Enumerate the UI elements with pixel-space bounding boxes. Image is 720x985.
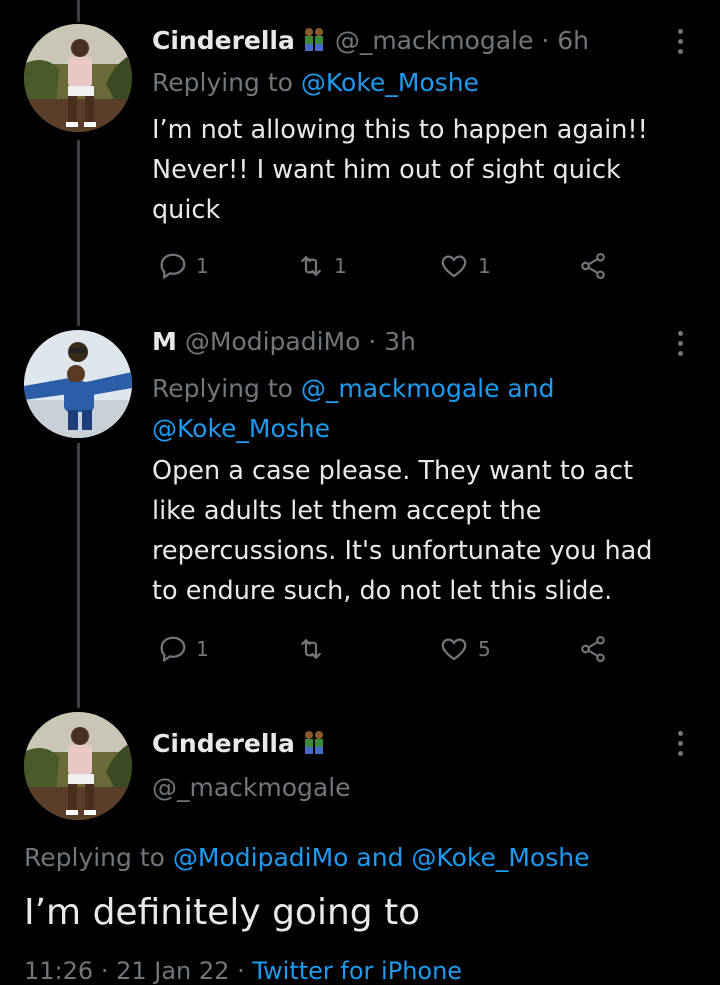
avatar[interactable] xyxy=(24,24,132,132)
avatar[interactable] xyxy=(24,330,132,438)
mention-link[interactable]: @_mackmogale xyxy=(301,374,500,403)
thread-line xyxy=(77,140,80,326)
reply-count: 1 xyxy=(196,254,209,278)
retweet-icon xyxy=(301,256,321,276)
display-name[interactable]: M xyxy=(152,327,177,356)
tweet-text-line: Never!! I want him out of sight quick xyxy=(152,155,621,185)
handle[interactable]: @ModipadiMo xyxy=(185,327,361,356)
thread-line xyxy=(77,443,80,708)
replying-label: Replying to xyxy=(152,374,293,403)
separator-dot: · xyxy=(100,957,109,985)
people-holding-hands-emoji xyxy=(301,27,327,57)
share-button[interactable] xyxy=(578,634,608,664)
main-tweet-text: I’m definitely going to xyxy=(24,892,421,933)
thread-line xyxy=(77,0,80,22)
tweet-text-line: quick xyxy=(152,195,221,225)
display-name[interactable]: Cinderella xyxy=(152,26,295,55)
mention-link[interactable]: @Koke_Moshe xyxy=(411,843,589,872)
reply-icon xyxy=(160,253,186,280)
separator-dot: · xyxy=(368,327,377,356)
tweet-header: Cinderella xyxy=(152,729,327,760)
tweet-text-line: to endure such, do not let this slide. xyxy=(152,576,613,606)
retweet-count: 1 xyxy=(334,254,347,278)
like-count: 1 xyxy=(478,254,491,278)
replying-to: Replying to @_mackmogale and @Koke_Moshe xyxy=(152,369,554,449)
avatar[interactable] xyxy=(24,712,132,820)
tweet-source[interactable]: Twitter for iPhone xyxy=(252,957,462,985)
retweet-button[interactable]: 1 xyxy=(296,251,347,281)
share-icon xyxy=(581,635,605,663)
like-button[interactable]: 1 xyxy=(438,251,491,281)
timestamp[interactable]: 6h xyxy=(557,26,589,55)
reply-button[interactable]: 1 xyxy=(158,634,209,664)
mention-link[interactable]: @Koke_Moshe xyxy=(152,414,330,443)
like-count: 5 xyxy=(478,637,491,661)
tweet-meta: 11:26 · 21 Jan 22 · Twitter for iPhone xyxy=(24,957,462,985)
share-icon xyxy=(581,252,605,280)
heart-icon xyxy=(441,255,467,278)
tweet-text: I’m not allowing this to happen again!! … xyxy=(152,110,648,230)
retweet-icon xyxy=(301,639,321,659)
display-name[interactable]: Cinderella xyxy=(152,729,295,758)
tweet-text-line: Open a case please. They want to act xyxy=(152,456,634,486)
separator-dot: · xyxy=(237,957,245,985)
and-link[interactable]: and xyxy=(507,374,554,403)
and-link[interactable]: and xyxy=(356,843,403,872)
tweet-text-line: like adults let them accept the xyxy=(152,496,542,526)
people-holding-hands-emoji xyxy=(301,730,327,760)
reply-count: 1 xyxy=(196,637,209,661)
tweet-header: M @ModipadiMo · 3h xyxy=(152,327,416,356)
handle[interactable]: @_mackmogale xyxy=(335,26,534,55)
tweet-time[interactable]: 11:26 xyxy=(24,957,93,985)
more-vertical-icon[interactable] xyxy=(676,331,684,356)
replying-label: Replying to xyxy=(24,843,165,872)
tweet-text: Open a case please. They want to act lik… xyxy=(152,451,653,611)
mention-link[interactable]: @Koke_Moshe xyxy=(301,68,479,97)
share-button[interactable] xyxy=(578,251,608,281)
more-vertical-icon[interactable] xyxy=(676,731,684,756)
timestamp[interactable]: 3h xyxy=(384,327,416,356)
heart-icon xyxy=(441,638,467,661)
tweet-date[interactable]: 21 Jan 22 xyxy=(116,957,229,985)
reply-button[interactable]: 1 xyxy=(158,251,209,281)
like-button[interactable]: 5 xyxy=(438,634,491,664)
tweet-header: Cinderella @_mackmogale · 6h xyxy=(152,26,589,57)
tweet-text-line: I’m not allowing this to happen again!! xyxy=(152,115,648,145)
more-vertical-icon[interactable] xyxy=(676,29,684,54)
retweet-button[interactable] xyxy=(296,634,334,664)
tweet-text-line: repercussions. It's unfortunate you had xyxy=(152,536,653,566)
replying-label: Replying to xyxy=(152,68,293,97)
replying-to: Replying to @Koke_Moshe xyxy=(152,68,479,97)
reply-icon xyxy=(160,636,186,663)
mention-link[interactable]: @ModipadiMo xyxy=(173,843,349,872)
handle[interactable]: @_mackmogale xyxy=(152,773,351,802)
separator-dot: · xyxy=(541,26,550,55)
replying-to: Replying to @ModipadiMo and @Koke_Moshe xyxy=(24,843,589,872)
